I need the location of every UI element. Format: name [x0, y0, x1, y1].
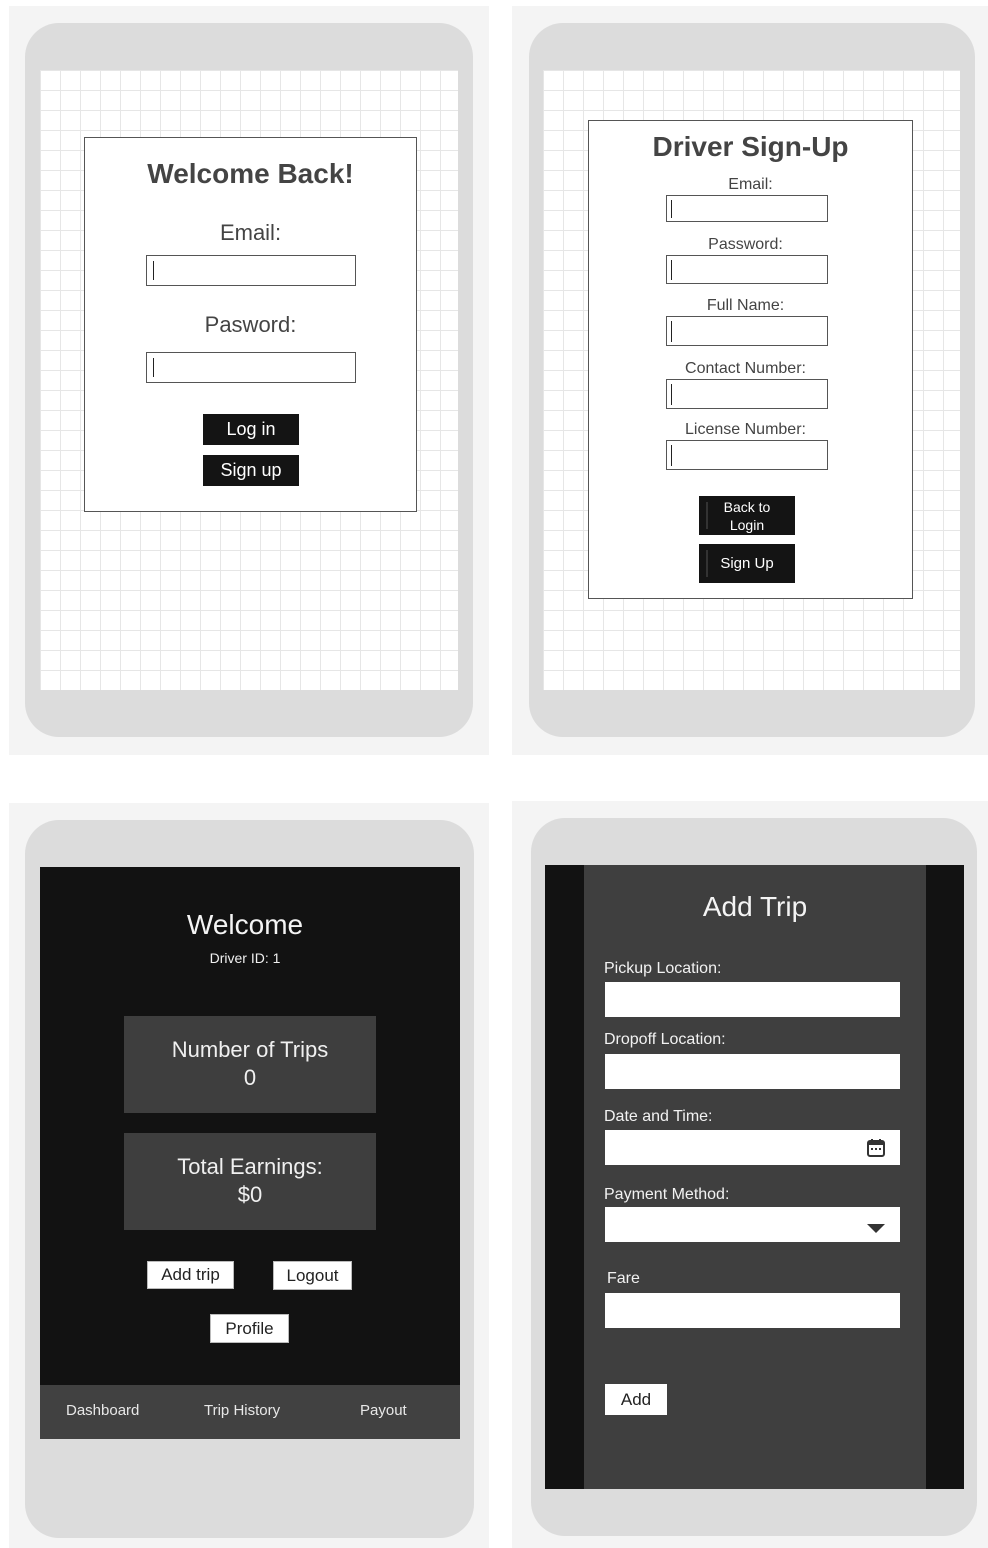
- password-input[interactable]: [146, 352, 356, 383]
- signup-title: Driver Sign-Up: [652, 131, 849, 162]
- dashboard-panel: Welcome Driver ID: 1 Number of Trips 0 T…: [9, 803, 489, 1548]
- nav-dashboard[interactable]: Dashboard: [66, 1402, 139, 1419]
- phone-frame: Driver Sign-Up Email: Password: Full Nam…: [529, 23, 975, 737]
- dropoff-input[interactable]: [605, 1054, 900, 1089]
- email-label: Email:: [219, 220, 282, 245]
- fare-label: Fare: [607, 1270, 640, 1287]
- nav-payout[interactable]: Payout: [360, 1402, 407, 1419]
- nav-trip-history[interactable]: Trip History: [204, 1402, 280, 1419]
- dropoff-label: Dropoff Location:: [604, 1031, 726, 1048]
- contact-number-input[interactable]: [666, 379, 828, 409]
- signup-password-label: Password:: [708, 236, 783, 253]
- signup-card: Driver Sign-Up Email: Password: Full Nam…: [588, 120, 913, 599]
- payment-select[interactable]: [605, 1207, 900, 1242]
- signup-button[interactable]: Sign up: [203, 455, 299, 486]
- signup-email-label: Email:: [728, 176, 773, 193]
- trips-value: 0: [243, 1065, 257, 1090]
- login-panel: Welcome Back! Email: Pasword: Log in Sig…: [9, 6, 489, 755]
- chevron-down-icon[interactable]: [867, 1221, 885, 1239]
- signup-email-input[interactable]: [666, 195, 828, 222]
- add-trip-panel: Add Trip Pickup Location: Dropoff Locati…: [512, 801, 988, 1548]
- signup-panel: Driver Sign-Up Email: Password: Full Nam…: [512, 6, 988, 755]
- fare-input[interactable]: [605, 1293, 900, 1328]
- add-trip-button[interactable]: Add trip: [147, 1261, 234, 1289]
- phone-frame: Add Trip Pickup Location: Dropoff Locati…: [531, 818, 977, 1536]
- pickup-input[interactable]: [605, 982, 900, 1017]
- signup-submit-button[interactable]: Sign Up: [699, 544, 795, 583]
- signup-password-input[interactable]: [666, 255, 828, 284]
- phone-frame: Welcome Back! Email: Pasword: Log in Sig…: [25, 23, 473, 737]
- earnings-value: $0: [237, 1182, 263, 1207]
- datetime-input[interactable]: [605, 1130, 900, 1165]
- bottom-nav: Dashboard Trip History Payout: [40, 1385, 460, 1439]
- add-button[interactable]: Add: [605, 1384, 667, 1415]
- welcome-title: Welcome: [186, 909, 304, 940]
- contact-number-label: Contact Number:: [685, 360, 806, 377]
- add-trip-screen: Add Trip Pickup Location: Dropoff Locati…: [545, 865, 964, 1489]
- pickup-label: Pickup Location:: [604, 960, 722, 977]
- login-screen: Welcome Back! Email: Pasword: Log in Sig…: [40, 70, 458, 690]
- earnings-label: Total Earnings:: [177, 1154, 323, 1179]
- full-name-input[interactable]: [666, 316, 828, 346]
- add-trip-title: Add Trip: [702, 891, 808, 922]
- phone-frame: Welcome Driver ID: 1 Number of Trips 0 T…: [25, 820, 474, 1538]
- logout-button[interactable]: Logout: [273, 1261, 352, 1290]
- trips-stat-card: Number of Trips 0: [124, 1016, 376, 1113]
- driver-id: Driver ID: 1: [209, 950, 281, 966]
- back-to-login-button[interactable]: Back to Login: [699, 496, 795, 535]
- calendar-icon[interactable]: [866, 1138, 886, 1163]
- login-card: Welcome Back! Email: Pasword: Log in Sig…: [84, 137, 417, 512]
- payment-label: Payment Method:: [604, 1186, 730, 1203]
- dashboard-screen: Welcome Driver ID: 1 Number of Trips 0 T…: [40, 867, 460, 1439]
- login-button[interactable]: Log in: [203, 414, 299, 445]
- profile-button[interactable]: Profile: [210, 1314, 289, 1343]
- full-name-label: Full Name:: [706, 297, 785, 314]
- password-label: Pasword:: [204, 312, 297, 337]
- license-number-input[interactable]: [666, 440, 828, 470]
- datetime-label: Date and Time:: [604, 1108, 713, 1125]
- email-input[interactable]: [146, 255, 356, 286]
- login-title: Welcome Back!: [147, 158, 354, 189]
- license-number-label: License Number:: [685, 421, 806, 438]
- earnings-stat-card: Total Earnings: $0: [124, 1133, 376, 1230]
- signup-screen: Driver Sign-Up Email: Password: Full Nam…: [543, 70, 960, 690]
- add-trip-form: Add Trip Pickup Location: Dropoff Locati…: [584, 865, 926, 1489]
- trips-label: Number of Trips: [171, 1037, 329, 1062]
